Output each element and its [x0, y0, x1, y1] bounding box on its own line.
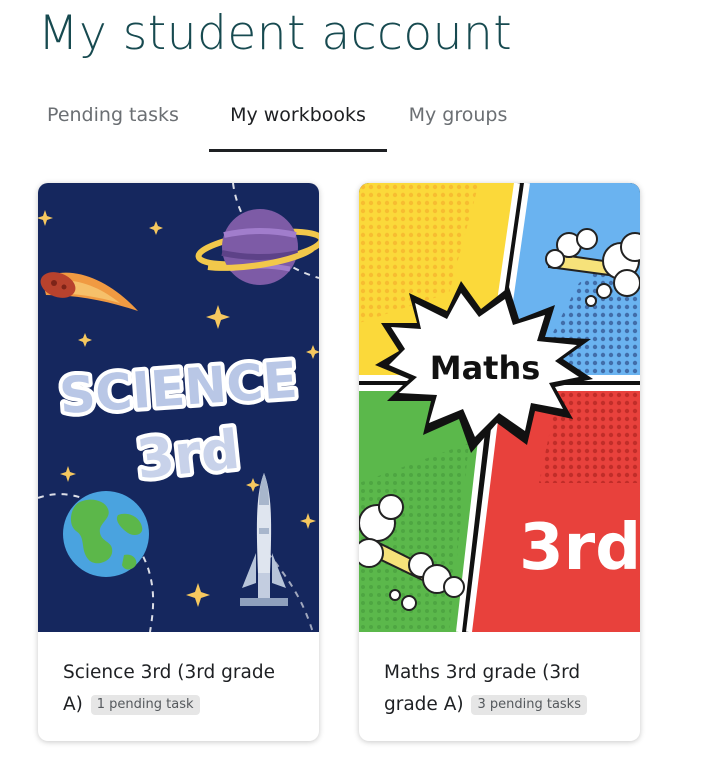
svg-text:3rd: 3rd	[134, 418, 243, 491]
pending-tasks-badge: 3 pending tasks	[471, 695, 587, 715]
page-title: My student account	[38, 6, 513, 61]
workbook-card-maths[interactable]: Maths 3rd Maths 3rd grade (3rd grade A) …	[359, 183, 640, 741]
workbook-title-line1: Science 3rd (3rd grade	[63, 662, 275, 683]
tab-my-groups[interactable]: My groups	[398, 88, 518, 150]
earth-icon	[63, 491, 149, 577]
workbook-card-body: Science 3rd (3rd grade A) 1 pending task	[63, 657, 303, 721]
cover-maths-label: Maths	[430, 349, 541, 387]
maths-cover-image: Maths 3rd	[359, 183, 640, 632]
pending-tasks-badge: 1 pending task	[90, 695, 200, 715]
active-tab-indicator	[209, 149, 387, 152]
workbook-title-line2: A)	[63, 694, 83, 715]
cover-grade-label: 3rd	[519, 511, 640, 585]
tab-bar: Pending tasks My workbooks My groups	[38, 88, 538, 152]
workbook-card-science[interactable]: SCIENCE 3rd Science 3rd (3rd grade A) 1 …	[38, 183, 319, 741]
workbook-title: Science 3rd (3rd grade A) 1 pending task	[63, 657, 303, 721]
workbook-card-body: Maths 3rd grade (3rd grade A) 3 pending …	[384, 657, 624, 721]
science-cover-image: SCIENCE 3rd	[38, 183, 319, 632]
tab-my-workbooks[interactable]: My workbooks	[209, 88, 387, 150]
workbook-title-line2: grade A)	[384, 694, 464, 715]
tab-pending-tasks[interactable]: Pending tasks	[38, 88, 188, 150]
workbook-title: Maths 3rd grade (3rd grade A) 3 pending …	[384, 657, 624, 721]
workbook-title-line1: Maths 3rd grade (3rd	[384, 662, 581, 683]
